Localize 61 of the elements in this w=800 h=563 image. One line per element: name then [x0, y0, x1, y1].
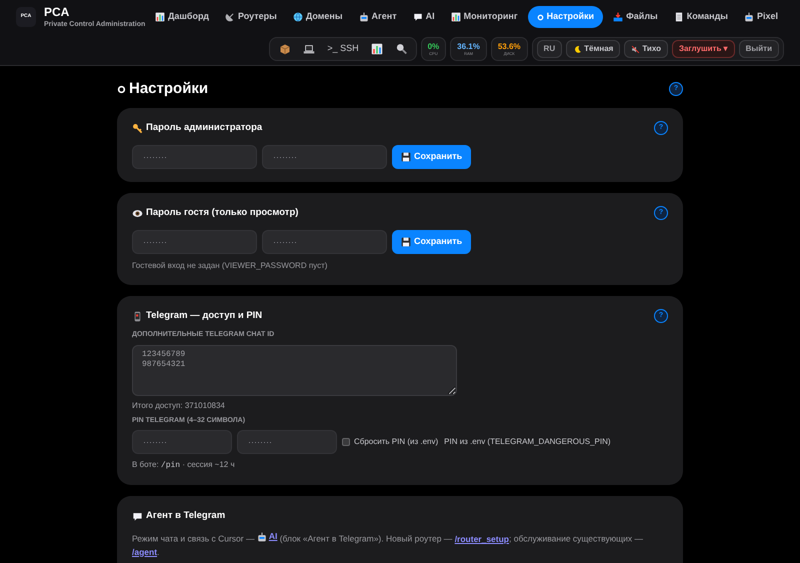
- nav-tab[interactable]: Агент: [352, 6, 403, 28]
- nav-tab[interactable]: Роутеры: [218, 6, 283, 28]
- password-field[interactable]: ········: [132, 230, 257, 254]
- nav-tab[interactable]: Мониторинг: [444, 6, 524, 28]
- password-field[interactable]: ········: [237, 430, 337, 454]
- key-icon: [132, 122, 143, 134]
- app-title: PCA: [44, 6, 70, 18]
- card-title: Агент в Telegram: [146, 508, 226, 523]
- save-button[interactable]: Сохранить: [392, 145, 472, 169]
- document-icon: [674, 12, 684, 22]
- card-title: Telegram — доступ и PIN: [146, 308, 262, 323]
- password-field[interactable]: ········: [262, 230, 387, 254]
- nav-tab[interactable]: Домены: [286, 6, 349, 28]
- package-icon: [279, 43, 292, 55]
- hint-text: Гостевой вход не задан (VIEWER_PASSWORD пуст): [132, 260, 328, 272]
- globe-icon: [292, 12, 303, 22]
- nav-tab[interactable]: Pixel: [738, 6, 784, 28]
- save-button[interactable]: Сохранить: [392, 230, 472, 254]
- link[interactable]: /agent: [132, 546, 158, 558]
- link[interactable]: /router_setup: [454, 532, 510, 546]
- password-field[interactable]: ········: [262, 145, 387, 169]
- laptop-icon: [303, 43, 316, 55]
- page-title: Настройки: [129, 78, 208, 99]
- robot-icon: [358, 12, 369, 22]
- robot-icon: [744, 12, 754, 22]
- robot-icon: [256, 532, 267, 542]
- card-title: Пароль гостя (только просмотр): [146, 206, 298, 220]
- card-title: Пароль администратора: [146, 120, 262, 135]
- bar-chart-icon: [155, 12, 165, 22]
- search-icon: [394, 43, 407, 55]
- total-access-text: Итого доступ: 371010834: [132, 400, 226, 412]
- inbox-tray-icon: [613, 12, 624, 22]
- gear-icon: [117, 84, 126, 94]
- hint-text: В боте: /pin · сессия ~12 ч: [132, 459, 236, 472]
- mobile-phone-icon: [132, 310, 143, 322]
- nav-tab[interactable]: Команды: [668, 6, 734, 28]
- moon-icon: [573, 44, 582, 54]
- mute-all-button[interactable]: Заглушить ▾: [672, 40, 735, 58]
- chat-id-textarea[interactable]: 123456789 987654321: [132, 344, 457, 396]
- satellite-dish-icon: [224, 12, 235, 22]
- speech-bubble-icon: [412, 12, 423, 22]
- nav-tab[interactable]: Настройки: [528, 6, 604, 28]
- nav-tab[interactable]: Файлы: [607, 6, 664, 28]
- pin-source-text: PIN из .env (TELEGRAM_DANGEROUS_PIN): [444, 436, 611, 448]
- link[interactable]: AI: [256, 530, 278, 543]
- reset-pin-checkbox[interactable]: Сбросить PIN (из .env): [342, 436, 438, 448]
- speech-bubble-icon: [132, 510, 143, 522]
- eye-icon: [132, 208, 143, 218]
- password-field[interactable]: ········: [132, 430, 232, 454]
- description-text: Режим чата и связь с Cursor — AI (блок «Агент в Telegram»). Новый роутер — /router_setup; обслуживание существующих — /agent.: [132, 530, 644, 558]
- toolbar-button[interactable]: RU: [536, 40, 562, 58]
- password-field[interactable]: ········: [132, 145, 257, 169]
- toolbar-button[interactable]: Выйти: [738, 40, 779, 58]
- gear-icon: [536, 14, 544, 20]
- quiet-button[interactable]: Тихо: [624, 40, 668, 58]
- nav-tab[interactable]: Дашборд: [149, 6, 215, 28]
- bar-chart-icon: [370, 43, 383, 55]
- nav-tab[interactable]: AI: [406, 6, 441, 28]
- theme-button[interactable]: Тёмная: [566, 40, 620, 58]
- muted-speaker-icon: [631, 44, 640, 54]
- bar-chart-icon: [450, 12, 461, 22]
